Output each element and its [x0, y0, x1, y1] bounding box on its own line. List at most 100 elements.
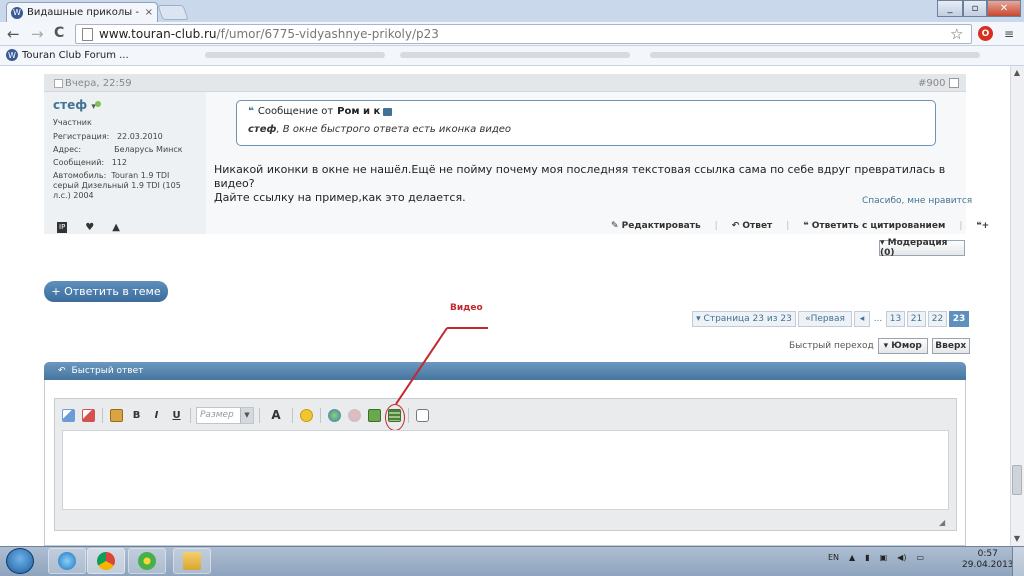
unlink-icon[interactable]: [346, 407, 363, 424]
post-header: [44, 74, 966, 92]
paste-icon[interactable]: [108, 407, 125, 424]
first-page-link[interactable]: «Первая: [798, 311, 852, 327]
scroll-down-icon[interactable]: ▼: [1010, 532, 1024, 544]
blurred-bookmark: [400, 52, 630, 58]
new-tab-button[interactable]: [157, 5, 189, 20]
forward-button[interactable]: →: [31, 25, 44, 43]
editor-toolbar: B I U Размер ▼ A: [60, 404, 431, 426]
show-desktop-button[interactable]: [1012, 547, 1024, 576]
spellcheck-icon[interactable]: [80, 407, 97, 424]
post-select-checkbox[interactable]: [949, 78, 959, 88]
user-address: Адрес: Беларусь Минск: [53, 145, 183, 154]
moderation-dropdown[interactable]: ▾ Модерация (0): [879, 238, 965, 258]
edit-button[interactable]: ✎ Редактировать: [611, 221, 701, 231]
post-number-link[interactable]: #900: [918, 78, 945, 89]
font-color-icon[interactable]: A: [265, 407, 287, 424]
quick-reply-header[interactable]: [44, 362, 966, 380]
tray-expand-icon[interactable]: ▲: [849, 553, 855, 562]
bookmark-star-icon[interactable]: ☆: [950, 25, 963, 43]
user-car-line2: серый Дизельный 1.9 TDI (105: [53, 181, 181, 190]
reply-button[interactable]: ↶ Ответ: [732, 221, 773, 231]
forum-jump-select[interactable]: ▾ Юмор: [877, 338, 928, 354]
minimize-button[interactable]: _: [937, 0, 963, 17]
pagination-ellipsis: ...: [873, 314, 883, 324]
quick-reply-icon: ↶: [58, 366, 66, 376]
ip-icon[interactable]: IP: [57, 222, 68, 233]
network-icon[interactable]: ▣: [880, 553, 888, 562]
multiquote-button[interactable]: ❝+: [976, 221, 989, 231]
bookmark-touran-club[interactable]: W Touran Club Forum ...: [6, 49, 129, 61]
view-post-icon[interactable]: [383, 107, 393, 116]
image-icon[interactable]: [366, 407, 383, 424]
reply-in-thread-button[interactable]: + Ответить в теме: [44, 281, 168, 302]
user-role: Участник: [53, 118, 92, 127]
scrollbar-thumb[interactable]: [1012, 465, 1022, 495]
post-status-icon: [54, 79, 63, 88]
link-icon[interactable]: [326, 407, 343, 424]
page-link[interactable]: 22: [928, 311, 947, 327]
go-top-button[interactable]: Вверх: [931, 338, 970, 354]
prev-page-icon[interactable]: ◂: [854, 311, 870, 327]
message-textarea[interactable]: [62, 430, 949, 510]
internet-explorer-icon: [58, 552, 76, 570]
post-actions: ✎ Редактировать | ↶ Ответ | ❝ Ответить с…: [611, 221, 989, 231]
language-indicator[interactable]: EN: [828, 553, 839, 562]
bold-icon[interactable]: B: [128, 407, 145, 424]
report-icon[interactable]: ▲: [112, 222, 120, 233]
browser-menu-icon[interactable]: ≡: [1004, 27, 1014, 41]
username-text: стеф: [53, 98, 88, 112]
user-car-line3: л.с.) 2004: [53, 191, 94, 200]
address-bar[interactable]: www.touran-club.ru/f/umor/6775-vidyashny…: [75, 24, 972, 44]
reload-button[interactable]: C: [54, 25, 64, 41]
start-button[interactable]: [6, 548, 34, 574]
toolbar-separator: [320, 407, 321, 423]
chrome-icon: [97, 552, 115, 570]
toolbar-separator: [259, 407, 260, 423]
clock-date: 29.04.2013: [962, 560, 1014, 570]
message-line-1: Никакой иконки в окне не нашёл.Ещё не по…: [214, 163, 946, 190]
separator: |: [714, 221, 718, 231]
taskbar-ie[interactable]: [48, 548, 86, 574]
post-date-text: Вчера, 22:59: [65, 78, 132, 89]
toolbar-separator: [408, 407, 409, 423]
volume-icon[interactable]: ◀): [897, 553, 906, 562]
scroll-up-icon[interactable]: ▲: [1010, 66, 1024, 78]
notification-icon[interactable]: ▭: [916, 553, 924, 562]
resize-handle-icon[interactable]: ◢: [939, 518, 945, 527]
taskbar-explorer[interactable]: [173, 548, 211, 574]
font-size-select[interactable]: Размер ▼: [196, 406, 254, 424]
page-link[interactable]: 21: [907, 311, 926, 327]
online-status-icon: [95, 101, 101, 107]
reputation-icon[interactable]: ♥: [85, 222, 94, 233]
quick-nav-label: Быстрый переход: [789, 341, 874, 351]
taskbar-chrome[interactable]: [87, 548, 125, 574]
current-page: 23: [949, 311, 969, 327]
quote-icon: ❝: [248, 106, 254, 117]
page-select[interactable]: ▾ Страница 23 из 23: [692, 311, 796, 327]
toolbar-separator: [292, 407, 293, 423]
quick-reply-title: ↶ Быстрый ответ: [58, 366, 149, 376]
close-window-button[interactable]: ✕: [987, 0, 1021, 17]
tab-close-icon[interactable]: ×: [145, 7, 153, 18]
taskbar-icq[interactable]: [128, 548, 166, 574]
thanks-link[interactable]: Спасибо, мне нравится: [862, 196, 972, 206]
back-button[interactable]: ←: [7, 25, 20, 43]
separator: |: [786, 221, 790, 231]
reply-with-quote-button[interactable]: ❝ Ответить с цитированием: [803, 221, 945, 231]
quote-header: ❝ Сообщение от Ром и к: [248, 106, 393, 117]
browser-tab[interactable]: W Видашные приколы - 23 ×: [6, 2, 158, 22]
italic-icon[interactable]: I: [148, 407, 165, 424]
page-link[interactable]: 13: [886, 311, 905, 327]
page-icon: [82, 27, 93, 41]
remove-format-icon[interactable]: [60, 407, 77, 424]
underline-icon[interactable]: U: [168, 407, 185, 424]
message-line-2: Дайте ссылку на пример,как это делается.: [214, 191, 466, 204]
smiley-icon[interactable]: [298, 407, 315, 424]
quote-icon[interactable]: [414, 407, 431, 424]
quote-text: стеф, В окне быстрого ответа есть иконка…: [248, 124, 511, 135]
maximize-button[interactable]: ▫: [963, 0, 987, 17]
signal-icon[interactable]: ▮: [865, 553, 869, 562]
opera-extension-icon[interactable]: O: [978, 26, 993, 41]
username-link[interactable]: стеф ▾: [53, 98, 96, 112]
clock[interactable]: 0:57 29.04.2013: [962, 549, 1014, 571]
